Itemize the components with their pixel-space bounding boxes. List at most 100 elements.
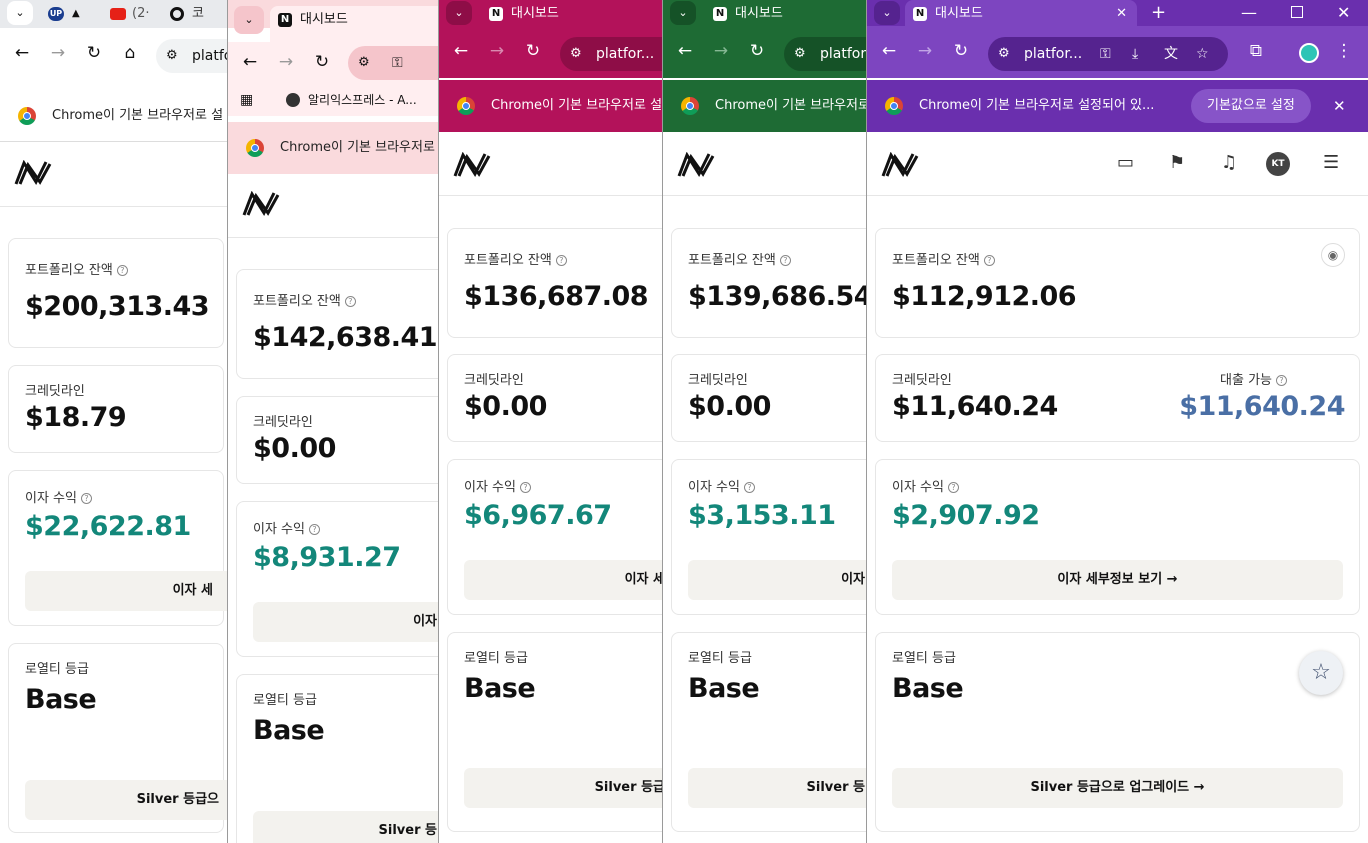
help-icon: ?: [555, 255, 567, 266]
address-bar[interactable]: ⚙ platfor...: [560, 37, 666, 71]
site-settings-icon[interactable]: ⚙: [570, 37, 582, 71]
app-header: [228, 174, 442, 238]
site-settings-icon[interactable]: ⚙: [998, 37, 1010, 71]
interest-details-button[interactable]: 이자: [688, 560, 870, 600]
infobar-message: Chrome이 기본 브라우저로: [280, 140, 435, 155]
tab-search-button[interactable]: ⌄: [874, 1, 900, 25]
interest-details-button[interactable]: 이자: [253, 602, 442, 642]
gift-icon[interactable]: ⚑: [1169, 152, 1185, 173]
new-tab-icon[interactable]: +: [1151, 0, 1166, 26]
tab-title: 대시보드: [935, 6, 983, 21]
tab-strip: ⌄ N 대시보드: [439, 0, 666, 26]
extensions-icon[interactable]: ⧉: [1245, 41, 1267, 61]
app-logo-icon[interactable]: [677, 152, 717, 178]
set-default-button[interactable]: 기본값으로 설정: [1191, 89, 1311, 123]
address-bar[interactable]: ⚙ platfor... ⚿ ⤓ 文 ☆: [988, 37, 1228, 71]
tab-title: 대시보드: [511, 6, 559, 21]
chrome-icon: [457, 97, 475, 115]
back-icon[interactable]: ←: [239, 52, 261, 72]
interest-details-button[interactable]: 이자 세부정보 보기 →: [892, 560, 1343, 600]
portfolio-label: 포트폴리오 잔액?: [892, 249, 995, 268]
password-key-icon[interactable]: ⚿: [1100, 37, 1111, 71]
forward-icon[interactable]: →: [486, 41, 508, 61]
url-text: platfo: [192, 48, 232, 64]
profile-icon[interactable]: [1299, 43, 1319, 63]
minimize-icon[interactable]: —: [1241, 0, 1257, 26]
reload-icon[interactable]: ↻: [746, 41, 768, 61]
address-bar[interactable]: ⚙ platfo: [156, 39, 232, 73]
app-logo-icon[interactable]: [14, 160, 54, 186]
interest-value: $22,622.81: [25, 511, 191, 542]
interest-card: 이자 수익? $6,967.67 이자 세: [447, 459, 666, 615]
back-icon[interactable]: ←: [11, 43, 33, 63]
loyalty-value: Base: [253, 715, 325, 746]
close-tab-icon[interactable]: ✕: [1116, 0, 1127, 28]
tab-search-button[interactable]: ⌄: [234, 6, 264, 34]
tab-dashboard[interactable]: N 대시보드: [481, 0, 666, 28]
upgrade-button[interactable]: Silver 등: [688, 768, 870, 808]
app-logo-icon[interactable]: [242, 191, 282, 217]
upgrade-button[interactable]: Silver 등: [253, 811, 442, 843]
back-icon[interactable]: ←: [878, 41, 900, 61]
bookmark-star-icon[interactable]: ☆: [1196, 37, 1209, 71]
address-bar[interactable]: ⚙ ⚿: [348, 46, 442, 80]
interest-label: 이자 수익?: [688, 476, 755, 495]
upgrade-button[interactable]: Silver 등급으: [25, 780, 232, 820]
interest-details-button[interactable]: 이자 세: [464, 560, 666, 600]
tab-c[interactable]: 코: [166, 0, 226, 28]
forward-icon[interactable]: →: [710, 41, 732, 61]
app-favicon-icon: N: [713, 7, 727, 21]
browser-window-3: ⌄ N 대시보드 ← → ↻ ⚙ platfor... Chrome이 기본 브라…: [438, 0, 666, 843]
bookmark-item[interactable]: 알리익스프레스 - A...: [308, 84, 417, 116]
close-window-icon[interactable]: ✕: [1337, 0, 1350, 26]
tab-dashboard[interactable]: N 대시보드 ✕: [905, 0, 1137, 28]
avatar[interactable]: KT: [1266, 152, 1290, 176]
reload-icon[interactable]: ↻: [83, 43, 105, 63]
forward-icon[interactable]: →: [275, 52, 297, 72]
site-settings-icon[interactable]: ⚙: [358, 46, 370, 80]
apps-grid-icon[interactable]: ▦: [240, 84, 253, 116]
forward-icon[interactable]: →: [914, 41, 936, 61]
app-logo-icon[interactable]: [453, 152, 493, 178]
password-key-icon[interactable]: ⚿: [392, 46, 403, 80]
home-icon[interactable]: ⌂: [119, 43, 141, 63]
forward-icon[interactable]: →: [47, 43, 69, 63]
close-infobar-icon[interactable]: ✕: [1333, 80, 1346, 132]
back-icon[interactable]: ←: [450, 41, 472, 61]
eye-icon[interactable]: ◉: [1321, 243, 1345, 267]
app-logo-icon[interactable]: [881, 152, 921, 178]
help-icon: ?: [779, 255, 791, 266]
upgrade-button[interactable]: Silver 등급: [464, 768, 666, 808]
site-settings-icon[interactable]: ⚙: [794, 37, 806, 71]
install-app-icon[interactable]: ⤓: [1132, 37, 1138, 71]
tab-search-button[interactable]: ⌄: [7, 1, 33, 25]
reload-icon[interactable]: ↻: [522, 41, 544, 61]
upgrade-button[interactable]: Silver 등급으로 업그레이드 →: [892, 768, 1343, 808]
interest-value: $2,907.92: [892, 500, 1040, 531]
dashboard: 포트폴리오 잔액? $200,313.43 크레딧라인 $18.79 이자 수익…: [0, 143, 232, 843]
tab-dashboard[interactable]: N 대시보드: [270, 6, 442, 42]
tab-upwork[interactable]: UP ▲: [44, 0, 94, 28]
bell-icon[interactable]: ♫: [1221, 152, 1237, 173]
tab-dashboard[interactable]: N 대시보드: [705, 0, 870, 28]
maximize-icon[interactable]: [1291, 6, 1303, 18]
tab-search-button[interactable]: ⌄: [446, 1, 472, 25]
interest-details-button[interactable]: 이자 세: [25, 571, 232, 611]
reload-icon[interactable]: ↻: [950, 41, 972, 61]
hamburger-menu-icon[interactable]: ☰: [1323, 152, 1339, 173]
menu-kebab-icon[interactable]: ⋮: [1333, 41, 1355, 61]
star-icon[interactable]: ☆: [1299, 651, 1343, 695]
back-icon[interactable]: ←: [674, 41, 696, 61]
dashboard: 포트폴리오 잔액? $142,638.41 크레딧라인 $0.00 이자 수익?…: [228, 174, 442, 843]
infobar-message: Chrome이 기본 브라우저로 설정되어 있...: [919, 98, 1155, 113]
card-icon[interactable]: ▭: [1117, 152, 1134, 173]
portfolio-label: 포트폴리오 잔액?: [25, 259, 128, 278]
loan-value: $11,640.24: [1179, 391, 1345, 422]
address-bar[interactable]: ⚙ platfor...: [784, 37, 870, 71]
site-settings-icon[interactable]: ⚙: [166, 39, 178, 73]
translate-icon[interactable]: 文: [1164, 37, 1178, 71]
tab-youtube[interactable]: (2·: [106, 0, 156, 28]
tab-title: 코: [192, 6, 204, 21]
tab-search-button[interactable]: ⌄: [670, 1, 696, 25]
reload-icon[interactable]: ↻: [311, 52, 333, 72]
